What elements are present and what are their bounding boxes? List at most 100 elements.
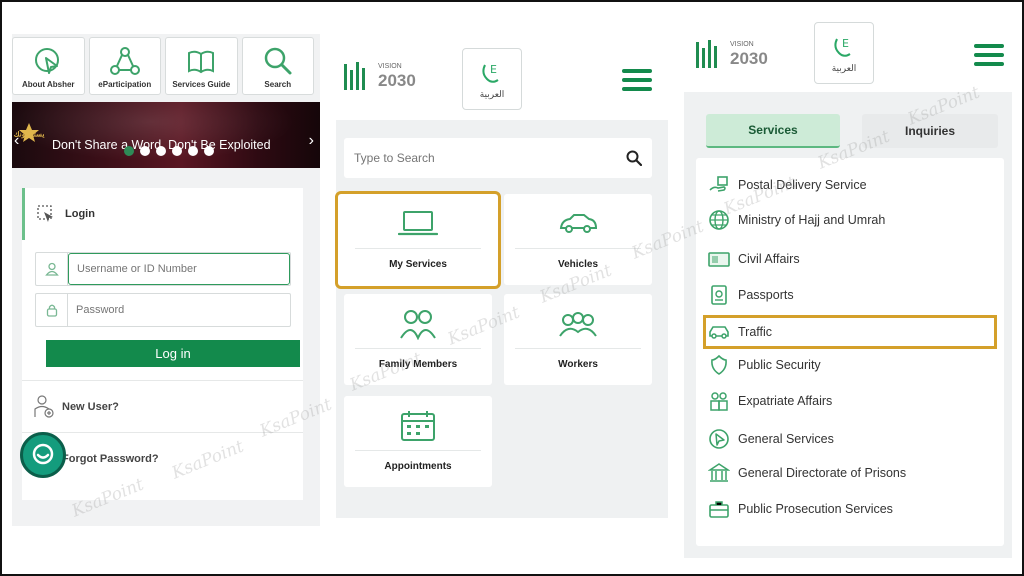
forgot-password-label: Forgot Password?	[62, 452, 159, 465]
carousel-dot[interactable]	[140, 146, 150, 156]
nav-about-absher[interactable]: About Absher	[12, 37, 85, 95]
tile-divider	[515, 348, 641, 349]
menu-hamburger-icon[interactable]	[974, 44, 1004, 66]
people-icon	[710, 392, 728, 411]
banner-backdrop	[12, 102, 320, 168]
carousel-dot[interactable]	[204, 146, 214, 156]
login-heading: Login	[65, 208, 95, 220]
svg-text:E: E	[842, 37, 849, 50]
top-navigation: About Absher eParticipation Services Gui…	[12, 37, 314, 95]
tile-label: Appointments	[384, 461, 452, 472]
service-prisons[interactable]: General Directorate of Prisons	[708, 458, 994, 488]
service-label: Expatriate Affairs	[738, 394, 833, 408]
service-label: Public Prosecution Services	[738, 502, 893, 516]
delivery-icon	[709, 176, 728, 192]
language-button[interactable]: E العربية	[814, 22, 874, 84]
tile-family-members[interactable]: Family Members	[344, 294, 492, 385]
service-public-security[interactable]: Public Security	[708, 350, 994, 380]
vision-year: 2030	[378, 71, 416, 90]
carousel-dot[interactable]	[188, 146, 198, 156]
tile-divider	[515, 248, 641, 249]
service-label: Passports	[738, 288, 794, 302]
laptop-icon	[398, 211, 438, 236]
new-user-icon	[34, 394, 54, 418]
workers-icon	[559, 312, 597, 337]
service-tabs: Services Inquiries	[706, 114, 998, 150]
tab-inquiries[interactable]: Inquiries	[862, 114, 998, 148]
nav-eparticipation[interactable]: eParticipation	[88, 37, 161, 95]
svg-text:E: E	[490, 63, 497, 76]
nav-services-guide[interactable]: Services Guide	[165, 37, 238, 95]
service-label: Public Security	[738, 358, 821, 372]
briefcase-icon	[709, 501, 729, 518]
login-button[interactable]: Log in	[46, 340, 300, 367]
family-icon	[400, 310, 436, 340]
calendar-icon	[401, 411, 435, 441]
nav-label: Services Guide	[172, 80, 231, 89]
nav-label: eParticipation	[98, 80, 152, 89]
tile-my-services[interactable]: My Services	[335, 191, 501, 289]
tile-appointments[interactable]: Appointments	[344, 396, 492, 487]
service-label: Civil Affairs	[738, 252, 800, 266]
service-expatriate-affairs[interactable]: Expatriate Affairs	[708, 386, 994, 416]
tile-vehicles[interactable]: Vehicles	[504, 194, 652, 285]
menu-hamburger-icon[interactable]	[622, 69, 652, 91]
language-label: العربية	[831, 62, 857, 73]
carousel-dots	[124, 146, 214, 156]
service-postal-delivery[interactable]: Postal Delivery Service	[708, 170, 994, 200]
password-input[interactable]	[68, 294, 290, 326]
awareness-banner[interactable]: يستاهلونك ‹ Don't Share a Word, Don't Be…	[12, 102, 320, 168]
username-field	[35, 252, 291, 286]
carousel-dot[interactable]	[124, 146, 134, 156]
vision-title: VISION	[730, 41, 754, 48]
tile-label: Vehicles	[557, 259, 599, 270]
network-icon	[109, 47, 140, 75]
tab-services[interactable]: Services	[706, 114, 840, 148]
service-public-prosecution[interactable]: Public Prosecution Services	[708, 494, 994, 524]
service-label: Postal Delivery Service	[738, 178, 867, 192]
password-field	[35, 293, 291, 327]
service-general-services[interactable]: General Services	[708, 424, 994, 454]
nav-search[interactable]: Search	[241, 37, 314, 95]
user-icon	[36, 253, 68, 285]
services-screen: VISION 2030 E العربية Services Inquiries…	[684, 10, 1012, 558]
carousel-dot[interactable]	[172, 146, 182, 156]
service-passports[interactable]: Passports	[708, 280, 994, 310]
service-hajj-umrah[interactable]: Ministry of Hajj and Umrah	[708, 205, 994, 235]
new-user-link[interactable]: New User?	[22, 380, 303, 432]
language-e-icon: E	[834, 37, 851, 57]
banner-next-arrow[interactable]: ›	[309, 132, 314, 150]
services-list: Postal Delivery Service Ministry of Hajj…	[696, 158, 1004, 546]
tile-divider	[355, 348, 481, 349]
service-traffic[interactable]: Traffic	[703, 315, 997, 349]
login-cursor-icon	[37, 205, 53, 222]
language-button[interactable]: E العربية	[462, 48, 522, 110]
car-icon	[709, 326, 729, 339]
service-label: General Directorate of Prisons	[738, 466, 907, 480]
id-card-icon	[708, 252, 730, 267]
globe-icon	[709, 210, 729, 230]
tile-label: Family Members	[378, 359, 458, 370]
vision-2030-logo: VISION 2030	[696, 40, 768, 68]
passport-icon	[711, 285, 727, 305]
tile-divider	[355, 450, 481, 451]
username-input[interactable]	[68, 253, 290, 285]
nav-label: Search	[264, 80, 292, 89]
tile-divider	[355, 248, 481, 249]
search-icon[interactable]	[626, 150, 642, 166]
language-label: العربية	[479, 88, 505, 99]
book-icon	[188, 50, 215, 74]
service-label: Ministry of Hajj and Umrah	[738, 213, 886, 227]
shield-icon	[711, 354, 727, 375]
service-civil-affairs[interactable]: Civil Affairs	[708, 244, 994, 274]
dashboard-screen: VISION 2030 E العربية My Services Vehicl…	[335, 34, 668, 518]
chat-support-button[interactable]	[20, 432, 66, 478]
tile-label: My Services	[389, 259, 447, 270]
banner-prev-arrow[interactable]: ‹	[14, 132, 19, 150]
search-input[interactable]	[354, 151, 626, 165]
login-header: Login	[22, 188, 303, 240]
pointer-icon	[35, 48, 60, 74]
carousel-dot[interactable]	[156, 146, 166, 156]
tile-workers[interactable]: Workers	[504, 294, 652, 385]
vision-year: 2030	[730, 49, 768, 68]
